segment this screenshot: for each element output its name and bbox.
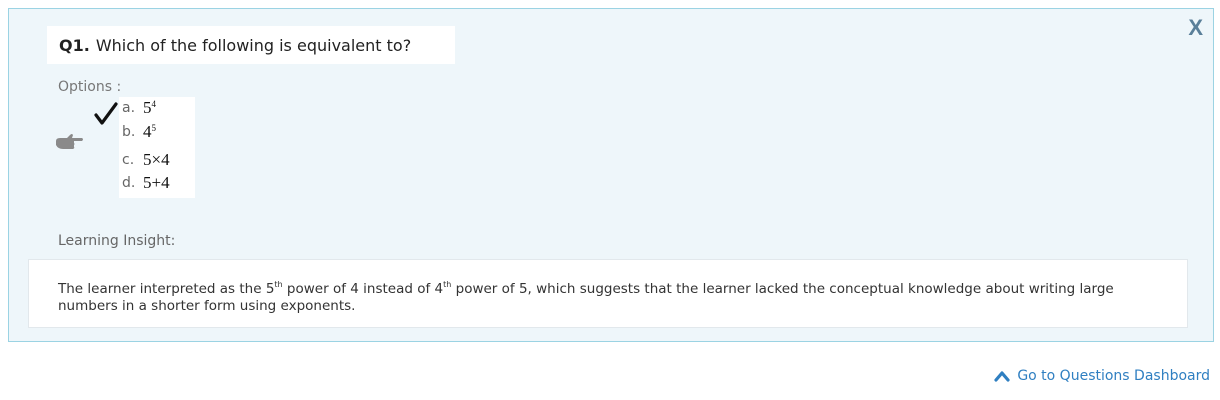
option-value: 5+4	[143, 173, 170, 192]
options-list: a. 54 b. 45 c. 5×4 d. 5+4	[119, 97, 195, 198]
option-letter: a.	[122, 100, 136, 116]
option-a[interactable]: a. 54	[122, 98, 156, 118]
option-d[interactable]: d. 5+4	[122, 173, 170, 193]
chevron-up-icon	[994, 371, 1010, 382]
option-c[interactable]: c. 5×4	[122, 150, 170, 170]
option-value: 54	[143, 98, 156, 117]
option-letter: b.	[122, 124, 136, 140]
insight-text: The learner interpreted as the 5th power…	[28, 259, 1188, 328]
option-b[interactable]: b. 45	[122, 122, 156, 142]
question-header: Q1. Which of the following is equivalent…	[47, 26, 455, 64]
close-button[interactable]: X	[1188, 13, 1203, 43]
option-value: 5×4	[143, 150, 170, 169]
insight-heading: Learning Insight:	[58, 233, 176, 249]
go-to-dashboard-link[interactable]: Go to Questions Dashboard	[994, 368, 1210, 384]
dashboard-link-label: Go to Questions Dashboard	[1017, 368, 1210, 384]
option-value: 45	[143, 122, 156, 141]
options-heading: Options :	[58, 79, 122, 95]
check-icon	[94, 102, 118, 125]
option-letter: c.	[122, 152, 135, 168]
question-panel: X Q1. Which of the following is equivale…	[8, 8, 1214, 342]
question-text: Which of the following is equivalent to?	[95, 35, 412, 55]
question-number: Q1.	[59, 35, 90, 55]
option-letter: d.	[122, 175, 136, 191]
pointing-hand-icon	[56, 134, 83, 149]
